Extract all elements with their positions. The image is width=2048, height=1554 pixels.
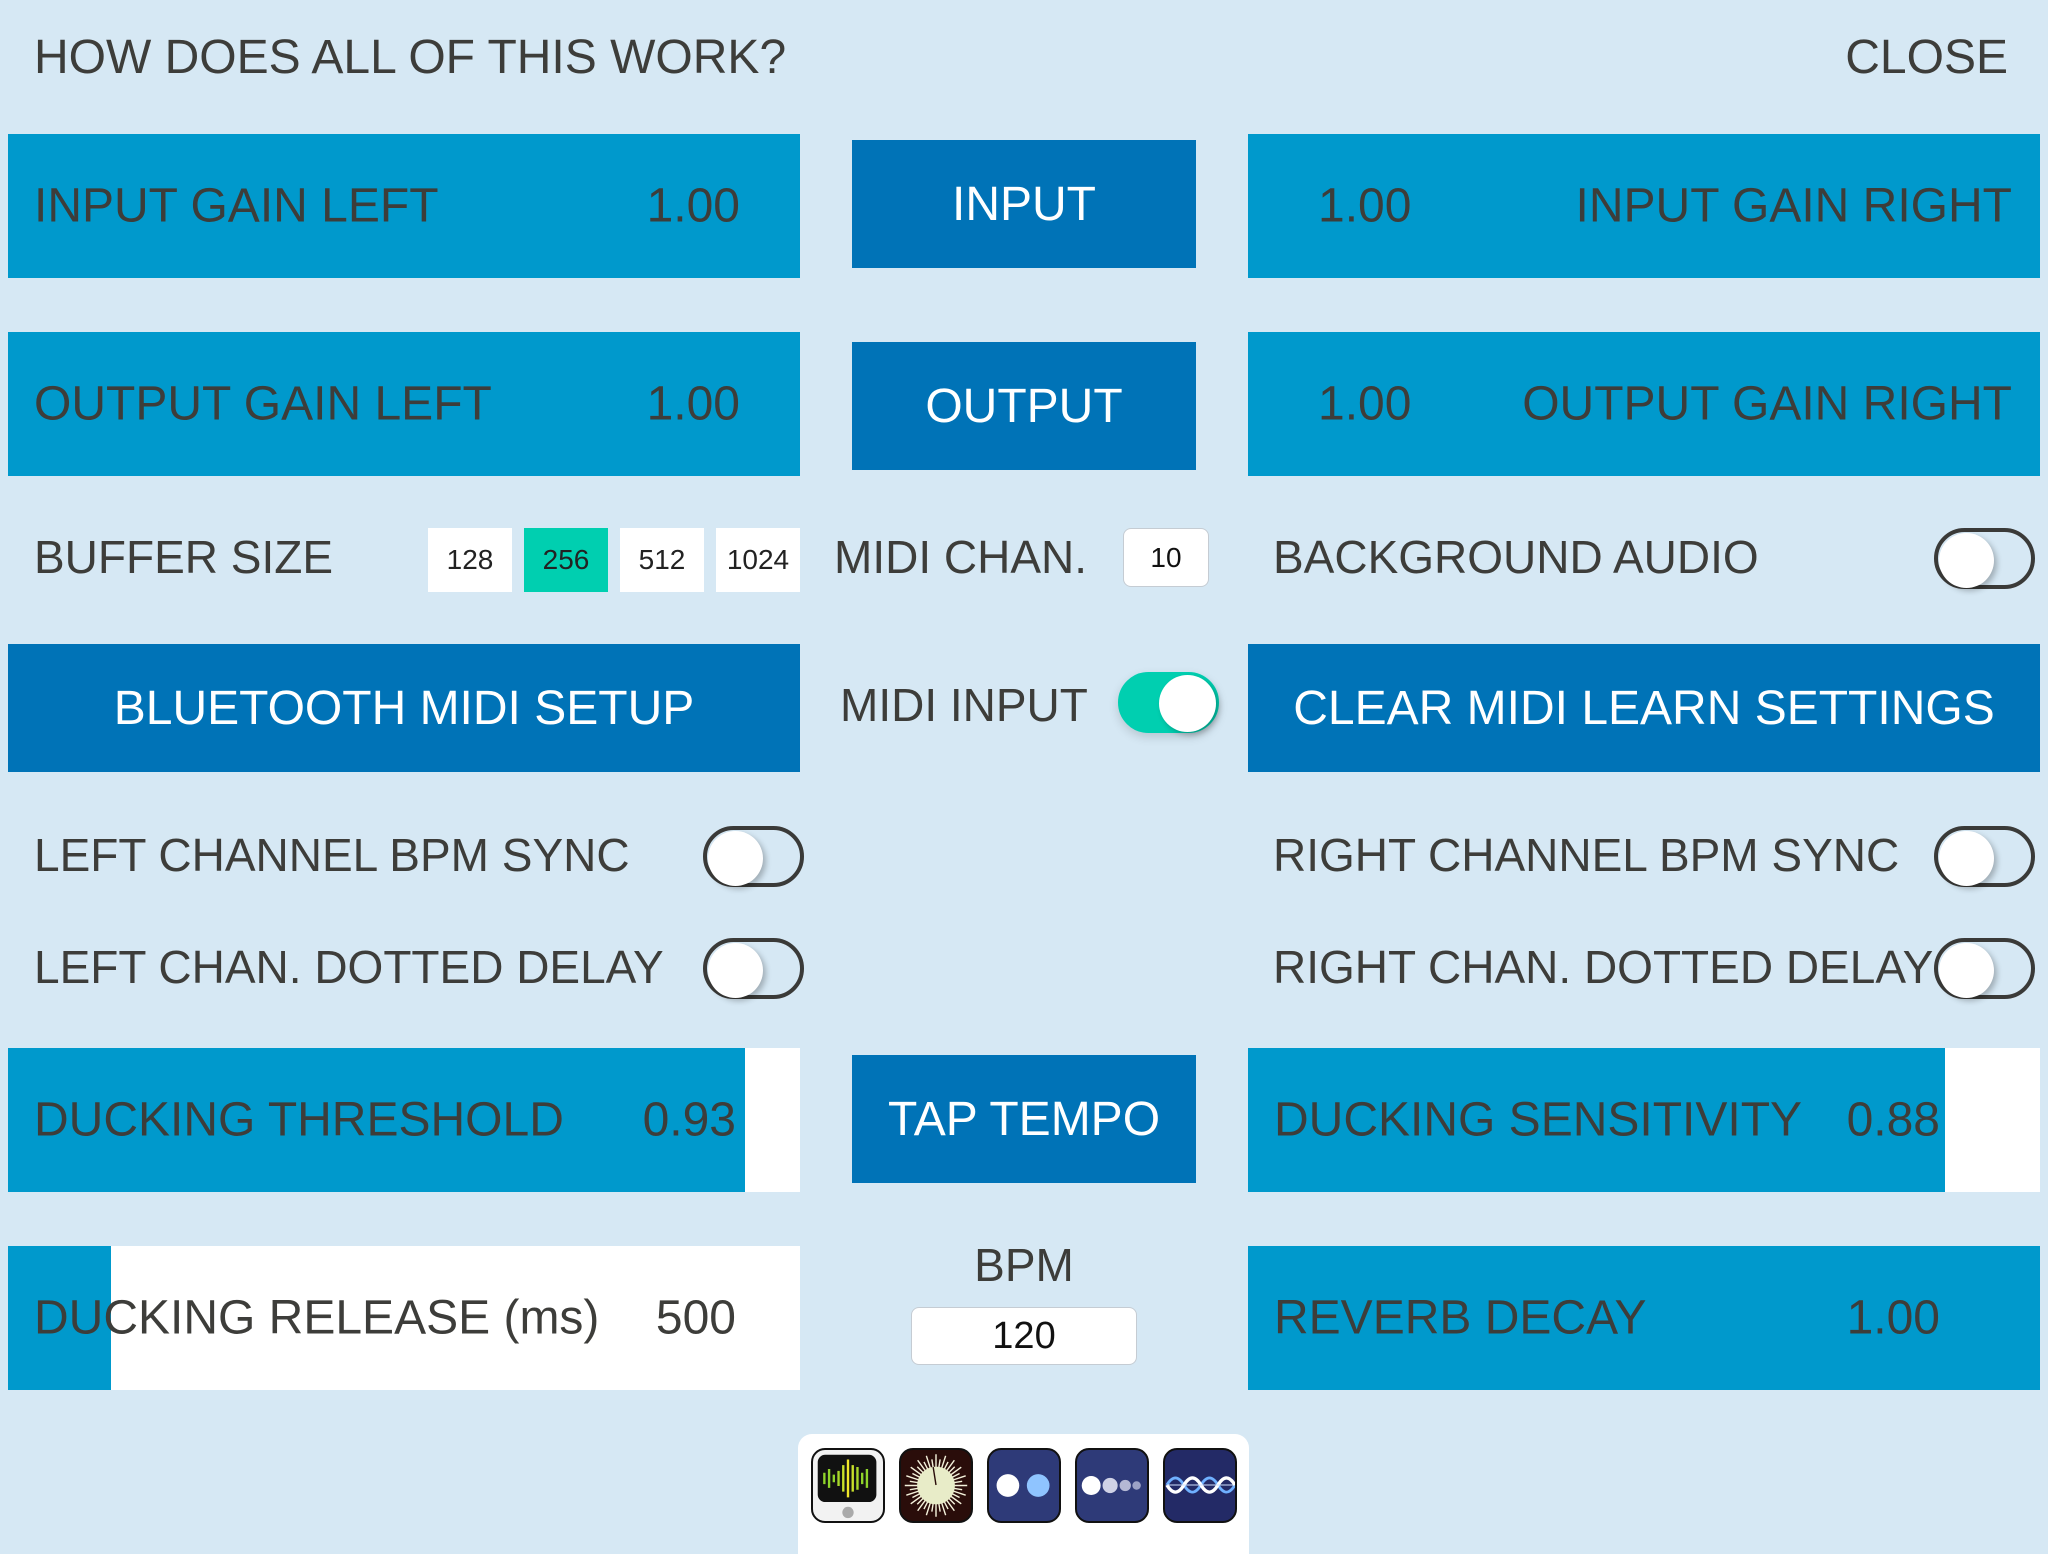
toggle-thumb [1159,675,1216,732]
output-button[interactable]: OUTPUT [852,342,1196,470]
starburst-app-icon[interactable] [899,1448,973,1523]
reverb-decay-value: 1.00 [1846,1291,1940,1345]
output-gain-left-label: OUTPUT GAIN LEFT [34,377,492,431]
app-dock [798,1434,1249,1554]
toggle-thumb [708,943,763,998]
buffer-option-512[interactable]: 512 [620,528,704,592]
output-gain-right-label: OUTPUT GAIN RIGHT [1522,377,2012,431]
buffer-option-128[interactable]: 128 [428,528,512,592]
output-gain-left-value: 1.00 [646,377,740,431]
midi-channel-label: MIDI CHAN. [834,531,1087,583]
ducking-release-label: DUCKING RELEASE (ms) [34,1291,600,1345]
left-bpm-sync-label: LEFT CHANNEL BPM SYNC [34,829,630,881]
input-gain-left-value: 1.00 [646,179,740,233]
background-audio-toggle[interactable] [1934,528,2035,589]
ducking-sensitivity-slider[interactable]: DUCKING SENSITIVITY 0.88 [1248,1048,2040,1192]
input-gain-right-slider[interactable]: 1.00 INPUT GAIN RIGHT [1248,134,2040,278]
audio-meter-app-icon[interactable] [811,1448,885,1523]
toggle-thumb [1939,533,1994,588]
buffer-option-1024[interactable]: 1024 [716,528,800,592]
buffer-option-256[interactable]: 256 [524,528,608,592]
ducking-sensitivity-label: DUCKING SENSITIVITY [1274,1093,1803,1147]
reverb-decay-slider[interactable]: REVERB DECAY 1.00 [1248,1246,2040,1390]
toggle-thumb [1939,943,1994,998]
bluetooth-midi-setup-button[interactable]: BLUETOOTH MIDI SETUP [8,644,800,772]
waveform-app-icon[interactable] [1163,1448,1237,1523]
two-dots-app-icon[interactable] [987,1448,1061,1523]
midi-input-label: MIDI INPUT [840,679,1088,731]
right-bpm-sync-toggle[interactable] [1934,826,2035,887]
input-gain-left-slider[interactable]: INPUT GAIN LEFT 1.00 [8,134,800,278]
buffer-size-label: BUFFER SIZE [34,531,334,583]
left-bpm-sync-toggle[interactable] [703,826,804,887]
four-dots-app-icon[interactable] [1075,1448,1149,1523]
input-button[interactable]: INPUT [852,140,1196,268]
midi-channel-field[interactable]: 10 [1123,528,1209,587]
right-dotted-delay-toggle[interactable] [1934,938,2035,999]
output-gain-left-slider[interactable]: OUTPUT GAIN LEFT 1.00 [8,332,800,476]
toggle-thumb [708,831,763,886]
left-dotted-delay-label: LEFT CHAN. DOTTED DELAY [34,941,664,993]
input-gain-right-label: INPUT GAIN RIGHT [1575,179,2012,233]
bpm-label: BPM [974,1239,1074,1291]
help-link[interactable]: HOW DOES ALL OF THIS WORK? [34,30,786,85]
clear-midi-learn-button[interactable]: CLEAR MIDI LEARN SETTINGS [1248,644,2040,772]
bpm-input[interactable]: 120 [911,1307,1137,1365]
tap-tempo-button[interactable]: TAP TEMPO [852,1055,1196,1183]
left-dotted-delay-toggle[interactable] [703,938,804,999]
output-gain-right-slider[interactable]: 1.00 OUTPUT GAIN RIGHT [1248,332,2040,476]
output-gain-right-value: 1.00 [1318,377,1412,431]
input-gain-right-value: 1.00 [1318,179,1412,233]
reverb-decay-label: REVERB DECAY [1274,1291,1647,1345]
right-bpm-sync-label: RIGHT CHANNEL BPM SYNC [1273,829,1900,881]
right-dotted-delay-label: RIGHT CHAN. DOTTED DELAY [1273,941,1934,993]
close-button[interactable]: CLOSE [1845,30,2008,85]
toggle-thumb [1939,831,1994,886]
ducking-threshold-slider[interactable]: DUCKING THRESHOLD 0.93 [8,1048,800,1192]
ducking-sensitivity-value: 0.88 [1846,1093,1940,1147]
ducking-threshold-value: 0.93 [642,1093,736,1147]
ducking-release-value: 500 [655,1291,736,1345]
ducking-release-slider[interactable]: DUCKING RELEASE (ms) 500 [8,1246,800,1390]
midi-input-toggle[interactable] [1118,672,1219,733]
input-gain-left-label: INPUT GAIN LEFT [34,179,439,233]
background-audio-label: BACKGROUND AUDIO [1273,531,1759,583]
ducking-threshold-label: DUCKING THRESHOLD [34,1093,564,1147]
